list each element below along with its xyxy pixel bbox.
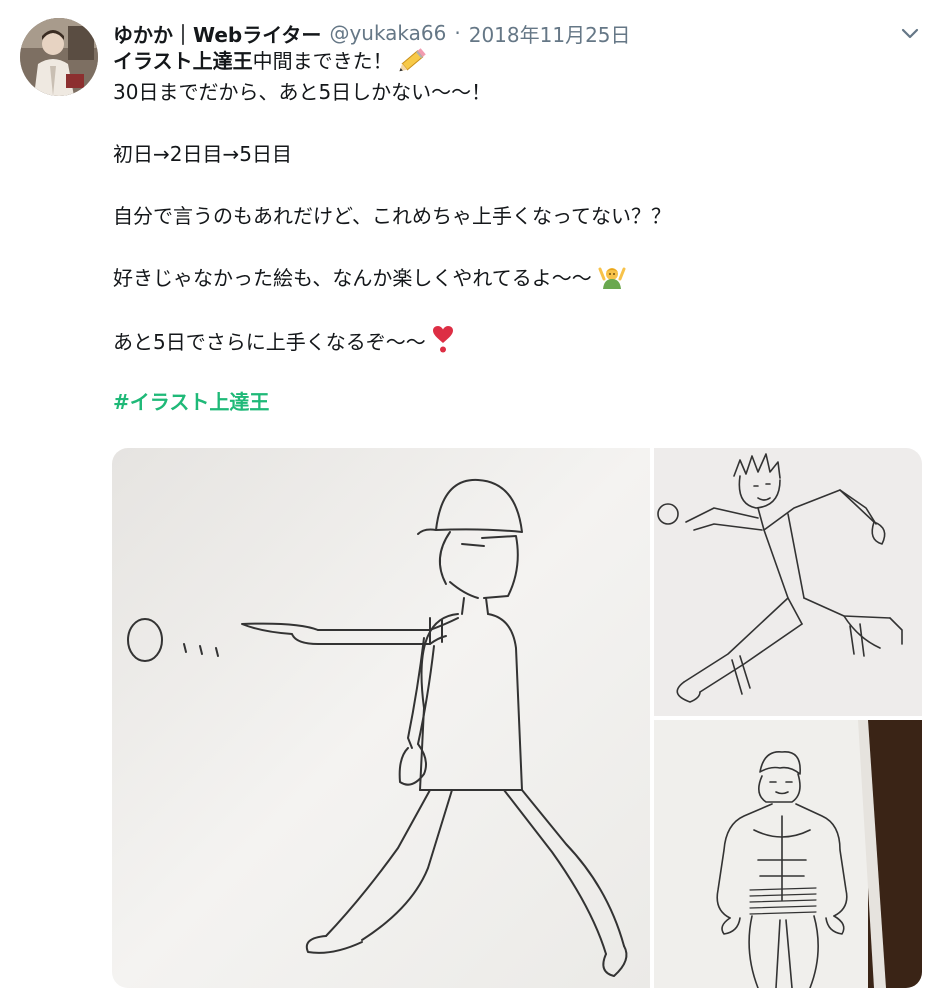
text-line-6-text: あと5日でさらに上手くなるぞ〜〜	[113, 330, 426, 354]
chevron-down-icon[interactable]	[896, 22, 924, 46]
day2-drawing[interactable]	[654, 448, 922, 716]
separator-dot: ·	[454, 21, 461, 45]
user-avatar[interactable]	[20, 18, 98, 96]
hashtag-link[interactable]: #イラスト上達王	[113, 390, 269, 414]
day1-drawing[interactable]	[112, 448, 650, 988]
text-bold-title: イラスト上達王	[113, 49, 253, 73]
day5-drawing[interactable]	[654, 720, 922, 988]
pencil-emoji	[399, 46, 429, 81]
user-handle[interactable]: @yukaka66	[329, 21, 446, 45]
text-line-1-rest: 中間まできた！	[252, 49, 393, 73]
tweet-text: イラスト上達王中間まできた！ 30日までだから、あと5日しかない〜〜！ 初日→2…	[113, 46, 913, 418]
text-line-2: 30日までだから、あと5日しかない〜〜！	[113, 80, 492, 104]
heart-exclamation-emoji	[432, 325, 454, 362]
tweet-header: ゆかか｜Webライター @yukaka66 · 2018年11月25日	[113, 16, 631, 50]
text-line-3: 初日→2日目→5日目	[113, 142, 292, 166]
person-raising-hands-emoji	[598, 263, 626, 298]
tweet: ゆかか｜Webライター @yukaka66 · 2018年11月25日 イラスト…	[0, 0, 940, 1002]
display-name[interactable]: ゆかか｜Webライター	[113, 19, 321, 48]
tweet-date[interactable]: 2018年11月25日	[469, 19, 631, 48]
media-grid	[112, 448, 922, 988]
hashtag-line: #イラスト上達王	[113, 387, 913, 418]
text-line-5: 好きじゃなかった絵も、なんか楽しくやれてるよ〜〜	[113, 263, 913, 294]
text-line-6: あと5日でさらに上手くなるぞ〜〜	[113, 325, 913, 356]
text-line-4: 自分で言うのもあれだけど、これめちゃ上手くなってない？？	[113, 204, 671, 228]
text-line-5-text: 好きじゃなかった絵も、なんか楽しくやれてるよ〜〜	[113, 266, 592, 290]
text-line-1: イラスト上達王中間まできた！	[113, 46, 913, 77]
